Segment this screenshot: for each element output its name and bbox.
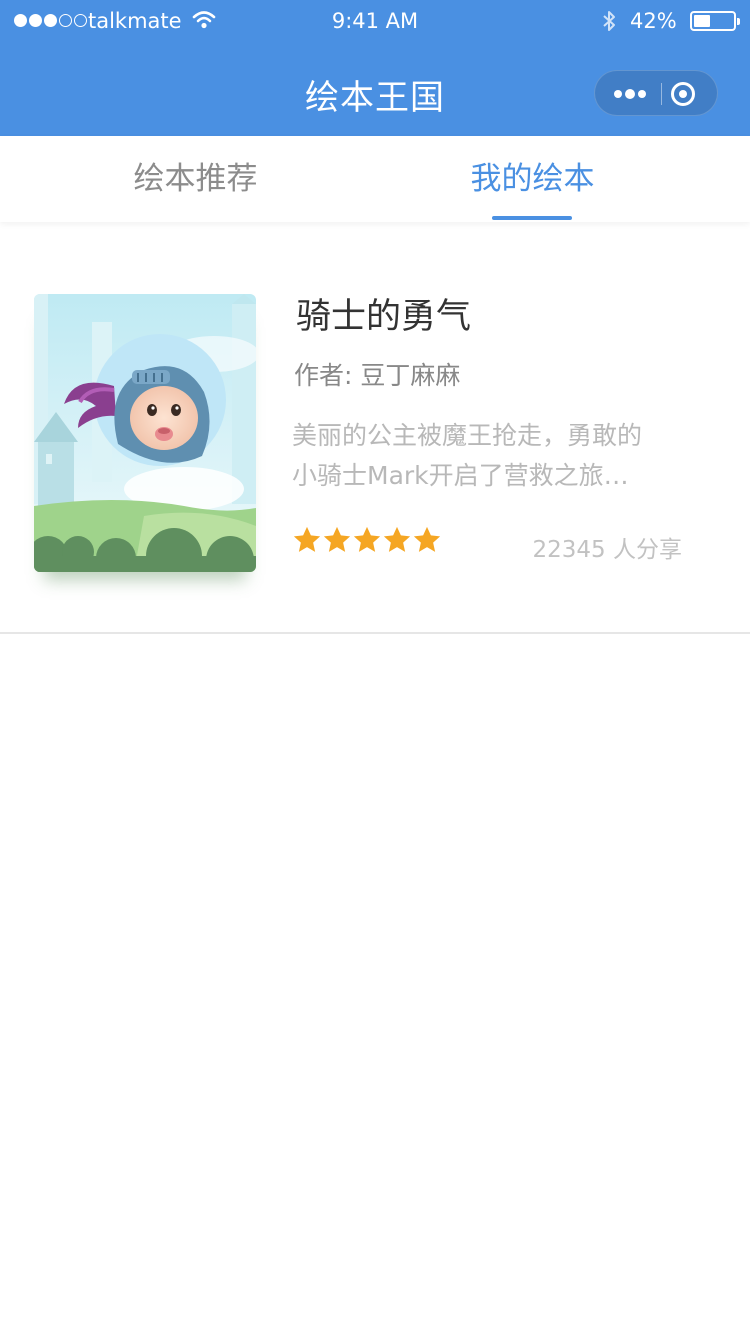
book-list-item[interactable]: 骑士的勇气 作者: 豆丁麻麻 美丽的公主被魔王抢走，勇敢的 小骑士Mark开启了…: [0, 222, 750, 634]
tab-my-books[interactable]: 我的绘本: [345, 136, 720, 222]
star-icon: [383, 526, 411, 552]
star-icon: [323, 526, 351, 552]
book-title: 骑士的勇气: [296, 297, 472, 337]
book-description: 美丽的公主被魔王抢走，勇敢的 小骑士Mark开启了营救之旅…: [292, 416, 692, 496]
battery-fill: [694, 15, 710, 27]
battery-icon: [690, 11, 740, 31]
share-count: 22345 人分享: [532, 537, 682, 563]
tab-bar: 绘本推荐 我的绘本: [0, 136, 750, 222]
active-tab-indicator: [492, 216, 572, 220]
star-icon: [353, 526, 381, 552]
book-author: 作者: 豆丁麻麻: [294, 361, 461, 390]
star-icon: [413, 526, 441, 552]
star-icon: [293, 526, 321, 552]
battery-percent: 42%: [630, 9, 677, 33]
book-description-line: 小骑士Mark开启了营救之旅…: [292, 461, 629, 490]
tab-recommended[interactable]: 绘本推荐: [8, 136, 383, 222]
app-header: talkmate 9:41 AM 42% 绘本王国: [0, 0, 750, 136]
list-divider: [0, 632, 750, 634]
mini-program-capsule: [594, 70, 718, 116]
knight-baby-cover-illustration[interactable]: [34, 294, 256, 572]
bluetooth-icon: [603, 11, 615, 31]
more-dots-icon[interactable]: [595, 71, 661, 117]
book-description-line: 美丽的公主被魔王抢走，勇敢的: [292, 421, 643, 450]
status-bar: talkmate 9:41 AM 42%: [0, 0, 750, 44]
target-close-icon[interactable]: [662, 71, 719, 117]
